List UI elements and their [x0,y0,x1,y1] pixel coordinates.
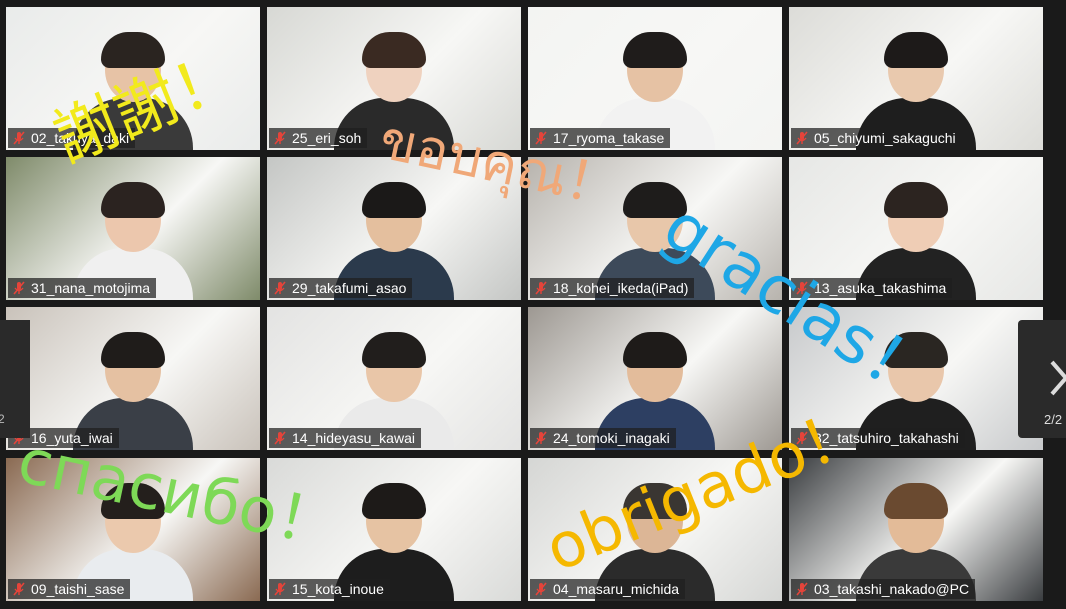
participant-name: 32_tatsuhiro_takahashi [814,430,959,446]
participant-name: 31_nana_motojima [31,280,151,296]
participant-nameplate: 29_takafumi_asao [269,278,413,298]
participant-nameplate: 13_asuka_takashima [791,278,953,298]
video-tile[interactable]: 16_yuta_iwai [6,307,260,450]
mic-muted-icon [535,431,547,445]
video-tile[interactable]: 17_ryoma_takase [528,7,782,150]
mic-muted-icon [535,131,547,145]
mic-muted-icon [796,281,808,295]
participant-name: 24_tomoki_inagaki [553,430,670,446]
participant-nameplate: 02_takuya_daki [8,128,136,148]
video-tile[interactable]: 15_kota_inoue [267,458,521,601]
mic-muted-icon [535,281,547,295]
video-tile[interactable]: 05_chiyumi_sakaguchi [789,7,1043,150]
participant-nameplate: 04_masaru_michida [530,579,686,599]
mic-muted-icon [796,582,808,596]
participant-name: 14_hideyasu_kawai [292,430,415,446]
mic-muted-icon [274,131,286,145]
mic-muted-icon [274,431,286,445]
participant-nameplate: 25_eri_soh [269,128,368,148]
video-tile[interactable]: 25_eri_soh [267,7,521,150]
prev-page-number: 2 [0,412,5,426]
prev-page-button[interactable]: 2 [0,320,30,438]
video-tile[interactable]: 02_takuya_daki [6,7,260,150]
chevron-right-icon [1050,360,1066,396]
mic-muted-icon [796,131,808,145]
video-tile[interactable]: 24_tomoki_inagaki [528,307,782,450]
participant-nameplate: 18_kohei_ikeda(iPad) [530,278,695,298]
participant-name: 18_kohei_ikeda(iPad) [553,280,689,296]
mic-muted-icon [13,131,25,145]
participant-name: 29_takafumi_asao [292,280,407,296]
next-page-button[interactable]: 2/2 [1018,320,1066,438]
participant-name: 02_takuya_daki [31,130,130,146]
video-tile[interactable]: 29_takafumi_asao [267,157,521,300]
mic-muted-icon [274,582,286,596]
participant-nameplate: 09_taishi_sase [8,579,131,599]
mic-muted-icon [796,431,808,445]
participant-name: 09_taishi_sase [31,581,125,597]
participant-nameplate: 03_takashi_nakado@PC [791,579,976,599]
participant-name: 15_kota_inoue [292,581,384,597]
participant-nameplate: 24_tomoki_inagaki [530,428,676,448]
video-tile[interactable]: 31_nana_motojima [6,157,260,300]
mic-muted-icon [535,582,547,596]
video-tile[interactable]: 09_taishi_sase [6,458,260,601]
participant-name: 04_masaru_michida [553,581,680,597]
participant-nameplate: 31_nana_motojima [8,278,157,298]
participant-name: 16_yuta_iwai [31,430,113,446]
mic-muted-icon [13,281,25,295]
video-tile[interactable]: 04_masaru_michida [528,458,782,601]
participant-name: 25_eri_soh [292,130,362,146]
video-tile[interactable]: 03_takashi_nakado@PC [789,458,1043,601]
video-tile[interactable]: 18_kohei_ikeda(iPad) [528,157,782,300]
video-tile[interactable]: 32_tatsuhiro_takahashi [789,307,1043,450]
participant-name: 17_ryoma_takase [553,130,665,146]
page-indicator: 2/2 [1044,412,1063,427]
participant-nameplate: 17_ryoma_takase [530,128,671,148]
participant-name: 13_asuka_takashima [814,280,947,296]
video-tile[interactable]: 13_asuka_takashima [789,157,1043,300]
participant-nameplate: 05_chiyumi_sakaguchi [791,128,962,148]
mic-muted-icon [274,281,286,295]
video-tile[interactable]: 14_hideyasu_kawai [267,307,521,450]
participant-nameplate: 32_tatsuhiro_takahashi [791,428,965,448]
participant-nameplate: 15_kota_inoue [269,579,390,599]
participant-name: 03_takashi_nakado@PC [814,581,970,597]
mic-muted-icon [13,582,25,596]
participant-nameplate: 14_hideyasu_kawai [269,428,421,448]
participant-name: 05_chiyumi_sakaguchi [814,130,956,146]
